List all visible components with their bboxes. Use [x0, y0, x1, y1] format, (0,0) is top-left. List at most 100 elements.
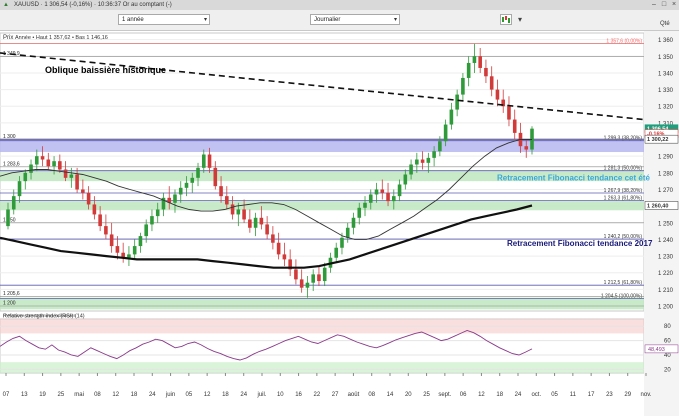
candle-body: [524, 146, 529, 150]
chart-toolbar: 1 année ▾ Journalier ▾ ▾ Qté: [0, 10, 679, 31]
candle-body: [340, 237, 344, 248]
maximize-button[interactable]: □: [660, 1, 668, 9]
candle-body: [276, 242, 281, 255]
candlestick-icon[interactable]: [500, 14, 512, 25]
annotation-fib-2017: Retracement Fibonacci tendance 2017: [507, 239, 653, 248]
fib-level-label: 1 263,3 (61,80%): [604, 196, 643, 202]
candle-body: [334, 247, 339, 258]
candle-body: [150, 216, 154, 225]
y-tick-label: 1 250: [658, 221, 674, 227]
candle-body: [138, 236, 143, 247]
x-tick-label: 12: [112, 392, 119, 398]
rsi-y-tick-label: 60: [664, 339, 671, 345]
candle-body: [426, 157, 431, 163]
candle-body: [75, 174, 79, 190]
x-tick-label: 08: [368, 392, 375, 398]
minimize-button[interactable]: –: [650, 1, 658, 9]
x-tick-label: 18: [131, 392, 138, 398]
y-tick-label: 1 200: [658, 305, 674, 311]
y-tick-label: 1 290: [658, 155, 674, 161]
candle-body: [357, 207, 362, 218]
candle-body: [392, 196, 396, 202]
candle-body: [190, 177, 195, 183]
fib-zone: [0, 139, 644, 153]
candle-body: [380, 189, 385, 193]
candle-body: [29, 164, 33, 173]
rsi-panel-label: Relative strength index (RSI) (14): [3, 314, 85, 320]
rsi-y-tick-label: 20: [664, 367, 671, 373]
candle-body: [305, 282, 310, 288]
x-tick-label: 29: [624, 392, 631, 398]
y-tick-label: 1 360: [658, 38, 674, 44]
x-tick-label: 11: [570, 392, 577, 398]
x-tick-label: 07: [3, 392, 10, 398]
x-tick-label: juin: [165, 392, 175, 398]
rsi-oversold-zone: [0, 362, 644, 373]
close-button[interactable]: ×: [670, 1, 678, 9]
period-select[interactable]: 1 année ▾: [118, 14, 210, 25]
candle-body: [363, 202, 367, 208]
chart-area[interactable]: 1 2001 2101 2201 2301 2401 2501 2601 270…: [0, 31, 679, 416]
x-tick-label: 18: [496, 392, 503, 398]
y-tick-label: 1 340: [658, 71, 674, 77]
x-tick-label: 13: [21, 392, 28, 398]
candle-body: [466, 62, 471, 78]
candle-body: [17, 181, 22, 197]
candle-body: [299, 279, 304, 288]
annotation-trendline: Oblique baissière historique: [45, 65, 166, 75]
candle-body: [461, 77, 465, 95]
candle-body: [432, 151, 436, 158]
chevron-down-icon: ▾: [393, 17, 397, 23]
fib-level-label: 1 267,9 (38,20%): [604, 188, 643, 194]
price-header-info: Année • Haut 1 357,62 • Bas 1 146,16: [15, 35, 108, 41]
candle-body: [374, 189, 379, 195]
reference-label: 1 205,6: [3, 291, 20, 297]
x-tick-label: mai: [74, 392, 84, 398]
candle-body: [86, 192, 91, 205]
candle-body: [449, 109, 454, 125]
candle-body: [69, 174, 74, 178]
candle-body: [512, 119, 517, 133]
x-tick-label: 27: [332, 392, 339, 398]
fib-zone: [0, 297, 644, 310]
candle-body: [351, 217, 356, 228]
x-tick-label: 10: [277, 392, 284, 398]
candle-body: [317, 274, 321, 282]
period-select-value: 1 année: [122, 17, 144, 23]
chart-style-dropdown-icon[interactable]: ▾: [514, 14, 526, 25]
interval-select[interactable]: Journalier ▾: [310, 14, 400, 25]
rsi-y-tick-label: 40: [664, 353, 671, 359]
fib-level-label: 1 357,6 (0,00%): [606, 39, 642, 45]
quantity-label: Qté: [660, 21, 670, 27]
x-tick-label: nov.: [641, 392, 652, 398]
candle-body: [495, 89, 500, 100]
candle-body: [230, 204, 235, 215]
x-tick-label: 24: [149, 392, 156, 398]
candle-body: [23, 172, 28, 182]
candle-body: [248, 219, 252, 228]
candle-body: [386, 192, 390, 202]
x-tick-label: juil.: [256, 392, 266, 398]
candle-body: [455, 94, 459, 110]
candle-body: [236, 209, 241, 215]
candle-body: [489, 76, 494, 90]
candle-body: [155, 209, 160, 217]
candle-body: [472, 56, 477, 63]
candle-body: [311, 274, 315, 283]
x-tick-label: 16: [295, 392, 302, 398]
window-title: XAUUSD · 1 306,54 (-0,16%) · 10:36:37 Or…: [14, 2, 172, 8]
x-tick-label: 19: [39, 392, 46, 398]
x-tick-label: 18: [222, 392, 229, 398]
instrument-icon: ▲: [3, 2, 9, 8]
y-tick-label: 1 220: [658, 271, 674, 277]
candle-body: [207, 154, 212, 168]
x-tick-label: 06: [460, 392, 467, 398]
y-tick-label: 1 270: [658, 188, 674, 194]
candle-body: [98, 214, 102, 227]
candle-body: [242, 209, 246, 220]
candle-body: [438, 141, 442, 152]
candle-body: [484, 67, 488, 77]
price-badge-label: 1 300,22: [647, 137, 668, 143]
candle-body: [6, 209, 10, 227]
candle-body: [144, 224, 148, 237]
